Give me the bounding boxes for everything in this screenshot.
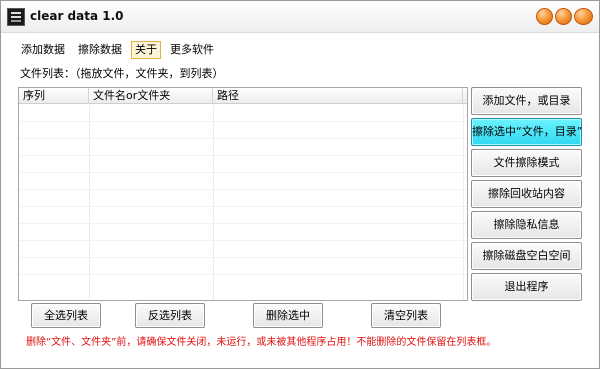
row-line (19, 274, 467, 275)
invert-selection-button[interactable]: 反选列表 (135, 303, 205, 328)
window-controls (536, 8, 593, 26)
column-header-index[interactable]: 序列 (19, 88, 89, 104)
menu-about[interactable]: 关于 (131, 41, 161, 59)
window-title: clear data 1.0 (30, 9, 124, 23)
erase-free-space-button[interactable]: 擦除磁盘空白空间 (471, 242, 582, 270)
erase-privacy-button[interactable]: 擦除隐私信息 (471, 211, 582, 239)
exit-button[interactable]: 退出程序 (471, 273, 582, 301)
app-icon (7, 8, 25, 26)
row-line (19, 189, 467, 190)
row-line (19, 257, 467, 258)
row-line (19, 223, 467, 224)
app-window: clear data 1.0 添加数据 擦除数据 关于 更多软件 文件列表：（拖… (0, 0, 600, 369)
menu-bar: 添加数据 擦除数据 关于 更多软件 (17, 41, 223, 59)
menu-more-software[interactable]: 更多软件 (166, 41, 218, 59)
row-line (19, 206, 467, 207)
grid-line (89, 105, 90, 300)
add-file-or-folder-button[interactable]: 添加文件，或目录 (471, 87, 582, 115)
grid-line (463, 105, 464, 300)
menu-add-data[interactable]: 添加数据 (17, 41, 69, 59)
title-bar[interactable]: clear data 1.0 (1, 1, 599, 33)
erase-mode-button[interactable]: 文件擦除模式 (471, 149, 582, 177)
select-all-button[interactable]: 全选列表 (31, 303, 101, 328)
grid-line (213, 105, 214, 300)
close-icon[interactable] (574, 8, 593, 25)
row-line (19, 155, 467, 156)
file-list-header: 序列 文件名or文件夹 路径 (19, 88, 467, 104)
maximize-icon[interactable] (555, 8, 572, 25)
minimize-icon[interactable] (536, 8, 553, 25)
row-line (19, 138, 467, 139)
delete-selected-button[interactable]: 删除选中 (253, 303, 323, 328)
menu-erase-data[interactable]: 擦除数据 (74, 41, 126, 59)
file-list-label: 文件列表：（拖放文件，文件夹，到列表） (20, 67, 224, 80)
file-list-view[interactable]: 序列 文件名or文件夹 路径 (18, 87, 468, 301)
row-line (19, 240, 467, 241)
clear-list-button[interactable]: 清空列表 (371, 303, 441, 328)
row-line (19, 121, 467, 122)
erase-recycle-bin-button[interactable]: 擦除回收站内容 (471, 180, 582, 208)
erase-selected-button[interactable]: 擦除选中“文件，目录” (471, 118, 582, 146)
row-line (19, 172, 467, 173)
column-header-filename[interactable]: 文件名or文件夹 (89, 88, 213, 104)
warning-message: 删除“文件、文件夹”前，请确保文件关闭，未运行，或未被其他程序占用！不能删除的文… (26, 337, 497, 348)
column-header-path[interactable]: 路径 (213, 88, 463, 104)
